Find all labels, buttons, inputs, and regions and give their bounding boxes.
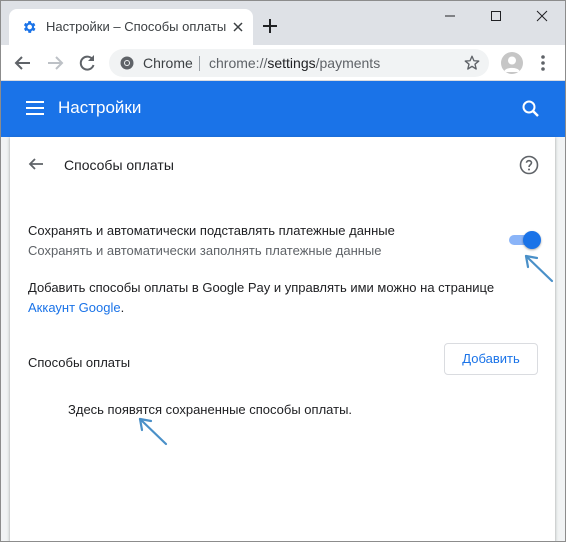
settings-header: Настройки: [1, 81, 565, 137]
gpay-link-suffix: .: [120, 300, 125, 315]
autofill-toggle-sublabel: Сохранять и автоматически заполнять плат…: [28, 243, 382, 258]
page-title: Настройки: [58, 98, 142, 117]
google-account-link[interactable]: Аккаунт Google: [28, 300, 121, 315]
omnibox-separator: [199, 56, 200, 71]
person-silhouette: [504, 56, 520, 72]
close-window-button[interactable]: [519, 1, 565, 31]
empty-state-text: Здесь появятся сохраненные способы оплат…: [68, 402, 353, 417]
toggle-knob: [523, 231, 541, 249]
chrome-logo-icon: [120, 56, 134, 70]
url-scheme: chrome://: [209, 55, 268, 71]
avatar-icon[interactable]: [501, 52, 523, 74]
close-tab-icon[interactable]: [231, 20, 245, 34]
tab-settings-payments[interactable]: Настройки – Способы оплаты: [9, 9, 253, 45]
gear-icon: [23, 21, 36, 33]
section-title: Способы оплаты: [64, 157, 174, 173]
autofill-toggle-label: Сохранять и автоматически подставлять пл…: [28, 223, 395, 238]
more-vert-icon[interactable]: [539, 53, 547, 73]
minimize-button[interactable]: [427, 1, 473, 31]
omnibox-label: Chrome: [143, 55, 193, 71]
url-path: /payments: [315, 55, 381, 71]
close-icon: [536, 10, 548, 22]
arrow-back-icon[interactable]: [27, 155, 45, 173]
maximize-button[interactable]: [473, 1, 519, 31]
url-host: settings: [267, 55, 316, 71]
payments-card: Способы оплаты Сохранять и автоматически…: [10, 137, 555, 541]
settings-content: Способы оплаты Сохранять и автоматически…: [1, 137, 565, 541]
menu-icon[interactable]: [26, 101, 44, 115]
payment-methods-label: Способы оплаты: [28, 355, 131, 370]
arrow-forward-icon[interactable]: [43, 51, 67, 75]
reload-icon[interactable]: [75, 51, 99, 75]
new-tab-icon[interactable]: [260, 16, 280, 36]
add-payment-method-button[interactable]: Добавить: [444, 343, 538, 375]
autofill-payments-toggle[interactable]: [507, 231, 541, 249]
minimize-icon: [445, 15, 455, 17]
browser-window: Настройки – Способы оплаты Chrome chrome…: [0, 0, 566, 542]
tab-strip: Настройки – Способы оплаты: [1, 1, 565, 45]
search-icon[interactable]: [521, 99, 541, 119]
help-icon[interactable]: [519, 155, 539, 175]
address-bar[interactable]: Chrome chrome://settings/payments: [109, 49, 489, 77]
arrow-back-icon[interactable]: [11, 51, 35, 75]
tab-title: Настройки – Способы оплаты: [46, 19, 227, 34]
url-text: chrome://settings/payments: [209, 55, 380, 71]
maximize-icon: [491, 11, 501, 21]
gpay-link-line: Аккаунт Google.: [28, 300, 124, 315]
gpay-description: Добавить способы оплаты в Google Pay и у…: [28, 280, 495, 295]
annotation-arrow-icon: [138, 417, 168, 446]
annotation-arrow-icon: [524, 254, 554, 283]
browser-toolbar: Chrome chrome://settings/payments: [1, 45, 565, 81]
star-icon[interactable]: [463, 54, 481, 72]
